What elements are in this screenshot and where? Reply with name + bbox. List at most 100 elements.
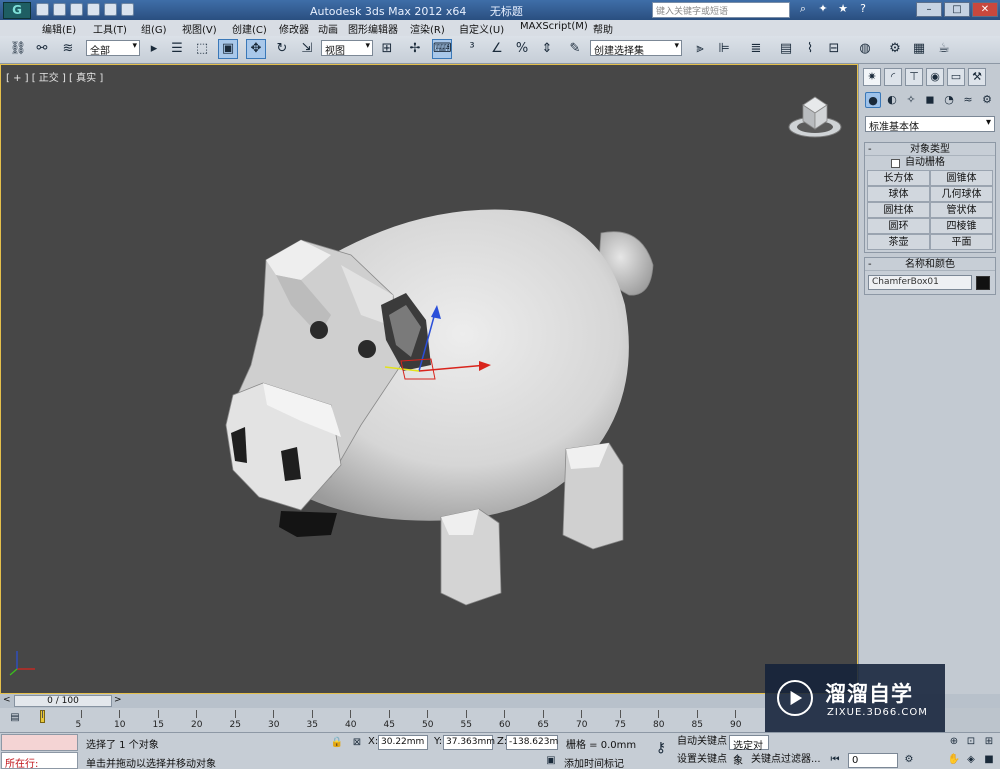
- selection-filter-select[interactable]: 全部: [86, 40, 140, 57]
- geosphere-button[interactable]: 几何球体: [930, 186, 993, 202]
- curve-editor-icon[interactable]: ⌇: [800, 39, 820, 59]
- menu-animation[interactable]: 动画: [318, 21, 338, 36]
- material-editor-icon[interactable]: ◍: [855, 39, 875, 59]
- select-by-name-icon[interactable]: ☰: [167, 39, 187, 59]
- menu-create[interactable]: 创建(C): [232, 21, 267, 36]
- pyramid-button[interactable]: 四棱锥: [930, 218, 993, 234]
- pan-view-icon[interactable]: ✋: [947, 753, 961, 767]
- named-selection-set-select[interactable]: 创建选择集: [590, 40, 682, 57]
- mirror-icon[interactable]: ⫸: [690, 39, 710, 59]
- perspective-viewport[interactable]: [ + ] [ 正交 ] [ 真实 ]: [0, 64, 858, 694]
- zoom-extents-all-icon[interactable]: ⊞: [982, 735, 996, 749]
- set-key-icon[interactable]: ⚷: [650, 741, 672, 755]
- select-rotate-icon[interactable]: ↻: [272, 39, 292, 59]
- zoom-all-icon[interactable]: ⊕: [947, 735, 961, 749]
- reference-coordinate-select[interactable]: 视图: [321, 40, 373, 57]
- snaps-toggle-icon[interactable]: ³: [462, 39, 482, 59]
- edit-named-selection-icon[interactable]: ✎: [565, 39, 585, 59]
- name-color-header[interactable]: - 名称和颜色: [865, 258, 995, 271]
- percent-snap-icon[interactable]: %: [512, 39, 532, 59]
- pivot-center-icon[interactable]: ⊞: [377, 39, 397, 59]
- layer-manager-icon[interactable]: ≣: [746, 39, 766, 59]
- schematic-view-icon[interactable]: ⊟: [824, 39, 844, 59]
- open-file-icon[interactable]: [53, 3, 66, 16]
- undo-icon[interactable]: [87, 3, 100, 16]
- pig-model[interactable]: [1, 65, 858, 694]
- help-search-input[interactable]: 键入关键字或短语: [652, 2, 790, 18]
- maximize-viewport-icon[interactable]: ■: [982, 753, 996, 767]
- communication-star-icon[interactable]: ★: [836, 2, 850, 16]
- link-icon[interactable]: ⛓: [8, 39, 28, 59]
- keyboard-shortcut-override-icon[interactable]: ⌨: [432, 39, 452, 59]
- current-frame-field[interactable]: 0: [848, 753, 898, 768]
- maximize-button[interactable]: □: [944, 2, 970, 17]
- track-bar[interactable]: ▤ 5 10 15 20 25 30 35 40 45 50 55 60 65 70 75 80 85 90: [0, 708, 765, 732]
- modify-tab-icon[interactable]: ◜: [884, 68, 902, 86]
- time-config-icon[interactable]: ⚙: [902, 753, 916, 767]
- app-logo[interactable]: G: [3, 2, 31, 19]
- menu-tools[interactable]: 工具(T): [93, 21, 127, 36]
- motion-tab-icon[interactable]: ◉: [926, 68, 944, 86]
- select-scale-icon[interactable]: ⇲: [297, 39, 317, 59]
- time-slider-thumb[interactable]: 0 / 100: [14, 695, 112, 707]
- render-setup-icon[interactable]: ⚙: [885, 39, 905, 59]
- shapes-icon[interactable]: ◐: [884, 92, 900, 108]
- mini-curve-editor-icon[interactable]: ▤: [8, 711, 22, 725]
- menu-help[interactable]: 帮助: [593, 21, 613, 36]
- lights-icon[interactable]: ✧: [903, 92, 919, 108]
- auto-key-button[interactable]: 自动关键点: [674, 735, 730, 750]
- autogrid-checkbox-row[interactable]: 自动栅格: [865, 156, 995, 170]
- cameras-icon[interactable]: ◼: [922, 92, 938, 108]
- set-key-button[interactable]: 设置关键点: [674, 753, 730, 768]
- object-name-input[interactable]: ChamferBox01: [868, 275, 972, 290]
- customize-dropdown-icon[interactable]: [121, 3, 134, 16]
- select-move-icon[interactable]: ✥: [246, 39, 266, 59]
- redo-icon[interactable]: [104, 3, 117, 16]
- angle-snap-icon[interactable]: ∠: [487, 39, 507, 59]
- go-to-start-icon[interactable]: ⏮: [828, 753, 842, 767]
- display-tab-icon[interactable]: ▭: [947, 68, 965, 86]
- autogrid-checkbox[interactable]: [891, 159, 900, 168]
- save-icon[interactable]: [70, 3, 83, 16]
- maxscript-listener-input[interactable]: [1, 734, 78, 751]
- hierarchy-tab-icon[interactable]: ⊤: [905, 68, 923, 86]
- key-mode-select[interactable]: 选定对象: [729, 735, 769, 767]
- menu-maxscript[interactable]: MAXScript(M): [520, 21, 588, 32]
- menu-rendering[interactable]: 渲染(R): [410, 21, 445, 36]
- maxscript-mini-listener[interactable]: 所在行:: [1, 752, 78, 769]
- minimize-button[interactable]: –: [916, 2, 942, 17]
- graphite-ribbon-icon[interactable]: ▤: [776, 39, 796, 59]
- key-filters-button[interactable]: 关键点过滤器...: [748, 753, 824, 768]
- spacewarps-icon[interactable]: ≈: [960, 92, 976, 108]
- menu-edit[interactable]: 编辑(E): [42, 21, 76, 36]
- object-type-header[interactable]: - 对象类型: [865, 143, 995, 156]
- primitive-category-select[interactable]: 标准基本体: [865, 116, 995, 133]
- rect-selection-icon[interactable]: ⬚: [192, 39, 212, 59]
- select-manipulate-icon[interactable]: ✢: [405, 39, 425, 59]
- helpers-icon[interactable]: ◔: [941, 92, 957, 108]
- zoom-extents-icon[interactable]: ⊡: [964, 735, 978, 749]
- prev-frame-arrow-icon[interactable]: <: [3, 695, 11, 705]
- time-tag-icon[interactable]: ▣: [544, 754, 558, 768]
- next-frame-arrow-icon[interactable]: >: [114, 695, 122, 705]
- tangent-icon[interactable]: ⌇: [731, 753, 745, 767]
- y-coordinate-field[interactable]: 37.363mm: [443, 735, 495, 750]
- menu-views[interactable]: 视图(V): [182, 21, 217, 36]
- cylinder-button[interactable]: 圆柱体: [867, 202, 930, 218]
- align-icon[interactable]: ⊫: [714, 39, 734, 59]
- cone-button[interactable]: 圆锥体: [930, 170, 993, 186]
- window-crossing-icon[interactable]: ▣: [218, 39, 238, 59]
- subscription-icon[interactable]: ✦: [816, 2, 830, 16]
- x-coordinate-field[interactable]: 30.22mm: [378, 735, 428, 750]
- unlink-icon[interactable]: ⚯: [32, 39, 52, 59]
- menu-customize[interactable]: 自定义(U): [459, 21, 504, 36]
- spinner-snap-icon[interactable]: ⇕: [537, 39, 557, 59]
- sphere-button[interactable]: 球体: [867, 186, 930, 202]
- tube-button[interactable]: 管状体: [930, 202, 993, 218]
- menu-graph-editors[interactable]: 图形编辑器: [348, 21, 398, 36]
- create-tab-icon[interactable]: ✷: [863, 68, 881, 86]
- select-object-icon[interactable]: ▸: [144, 39, 164, 59]
- render-production-icon[interactable]: ☕: [934, 39, 954, 59]
- plane-button[interactable]: 平面: [930, 234, 993, 250]
- teapot-button[interactable]: 茶壶: [867, 234, 930, 250]
